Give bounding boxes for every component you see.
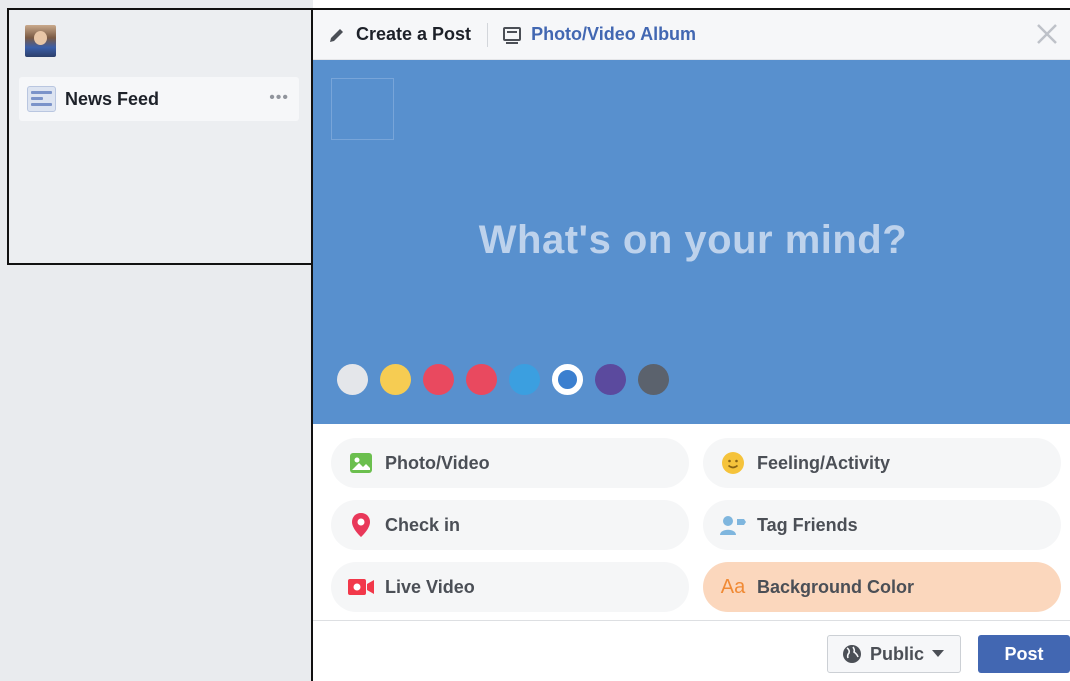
news-feed-icon-line <box>31 97 43 100</box>
audience-selector[interactable]: Public <box>827 635 961 673</box>
feeling-activity-label: Feeling/Activity <box>757 452 891 473</box>
sidebar-item-label: News Feed <box>65 88 160 109</box>
sidebar-item-news-feed[interactable]: News Feed ••• <box>19 77 299 121</box>
canvas-thumbnail-placeholder <box>331 78 394 140</box>
color-swatch[interactable] <box>423 364 454 395</box>
text-aa-icon: Aa <box>720 575 746 598</box>
tab-create-post[interactable]: Create a Post <box>327 10 471 60</box>
live-video-button[interactable]: Live Video <box>331 562 689 612</box>
composer-footer: Public Post <box>313 620 1070 681</box>
location-pin-icon <box>347 512 375 538</box>
background-color-button[interactable]: Aa Background Color <box>703 562 1061 612</box>
color-swatch[interactable] <box>595 364 626 395</box>
news-feed-icon-line <box>31 103 52 106</box>
tag-friends-label: Tag Friends <box>757 514 858 535</box>
composer-options: Photo/Video Feeling/Activity Check in Ta… <box>313 424 1070 620</box>
audience-label: Public <box>870 643 925 664</box>
smiley-icon <box>719 451 747 475</box>
tab-photo-album-label: Photo/Video Album <box>531 24 697 44</box>
post-composer: Create a Post Photo/Video Album What's o… <box>311 8 1070 681</box>
video-camera-icon <box>347 577 375 597</box>
post-prompt[interactable]: What's on your mind? <box>313 218 1070 263</box>
color-swatch[interactable] <box>638 364 669 395</box>
avatar-face <box>34 31 47 45</box>
tag-friends-button[interactable]: Tag Friends <box>703 500 1061 550</box>
tab-create-post-label: Create a Post <box>356 24 472 44</box>
photo-icon <box>347 452 375 474</box>
check-in-label: Check in <box>385 514 461 535</box>
color-swatch[interactable] <box>552 364 583 395</box>
post-text-canvas[interactable]: What's on your mind? <box>313 60 1070 424</box>
news-feed-icon-line <box>31 91 52 94</box>
news-feed-icon <box>27 86 56 112</box>
tag-friends-icon <box>719 514 747 536</box>
photo-video-label: Photo/Video <box>385 452 490 473</box>
pencil-icon <box>330 28 343 42</box>
color-swatch[interactable] <box>337 364 368 395</box>
post-button[interactable]: Post <box>978 635 1070 673</box>
more-options-icon[interactable]: ••• <box>269 89 289 107</box>
composer-tabs: Create a Post Photo/Video Album <box>313 10 1070 60</box>
chevron-down-icon <box>932 650 945 657</box>
check-in-button[interactable]: Check in <box>331 500 689 550</box>
globe-icon <box>843 645 861 663</box>
background-color-label: Background Color <box>757 576 915 597</box>
tab-divider <box>487 22 489 47</box>
tab-photo-video-album[interactable]: Photo/Video Album <box>502 10 696 60</box>
close-icon[interactable] <box>1035 22 1059 46</box>
feeling-activity-button[interactable]: Feeling/Activity <box>703 438 1061 488</box>
color-swatch[interactable] <box>466 364 497 395</box>
color-swatch[interactable] <box>380 364 411 395</box>
live-video-label: Live Video <box>385 576 475 597</box>
album-icon <box>503 26 522 44</box>
avatar[interactable] <box>25 25 56 57</box>
left-sidebar: News Feed ••• <box>7 8 337 265</box>
photo-video-button[interactable]: Photo/Video <box>331 438 689 488</box>
background-color-picker <box>337 364 681 395</box>
color-swatch[interactable] <box>509 364 540 395</box>
